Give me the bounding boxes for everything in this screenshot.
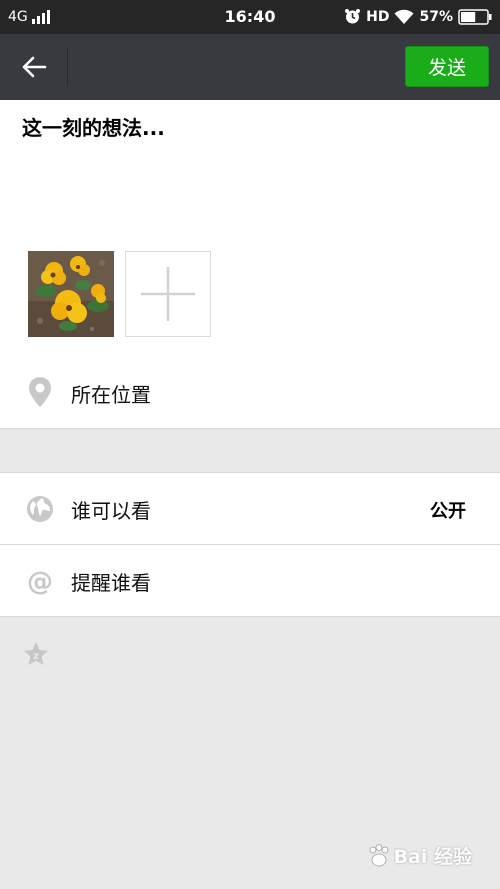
- svg-text:@: @: [27, 567, 53, 595]
- paw-logo-icon: [369, 843, 388, 866]
- svg-text:z: z: [33, 651, 39, 662]
- location-label: 所在位置: [71, 383, 151, 407]
- location-pin-icon: [26, 376, 54, 408]
- send-button[interactable]: 发送: [405, 46, 489, 87]
- toolbar-divider: [67, 48, 68, 86]
- flower-photo: [28, 251, 114, 337]
- status-bar: 4G 16:40 HD 57%: [0, 0, 500, 34]
- visibility-row[interactable]: 谁可以看 公开: [0, 473, 500, 544]
- watermark-text: Bai 经验: [393, 846, 472, 868]
- watermark: Bai 经验: [366, 842, 472, 869]
- visibility-label: 谁可以看: [71, 499, 151, 523]
- battery-icon: [458, 8, 492, 25]
- alarm-icon: [345, 9, 361, 24]
- row-divider: [0, 616, 500, 617]
- add-photo-button[interactable]: [125, 251, 211, 337]
- section-divider: [0, 428, 500, 429]
- location-row[interactable]: 所在位置: [0, 356, 500, 428]
- at-sign-icon: @: [26, 565, 54, 597]
- wifi-icon: [394, 9, 414, 24]
- plus-icon: [141, 267, 195, 321]
- post-text-input[interactable]: 这一刻的想法...: [22, 112, 482, 232]
- visibility-value: 公开: [430, 501, 466, 522]
- status-icons: HD 57%: [344, 8, 492, 25]
- top-toolbar: 发送: [0, 34, 500, 100]
- remind-row[interactable]: @ 提醒谁看: [0, 545, 500, 616]
- remind-label: 提醒谁看: [71, 571, 151, 595]
- photo-thumbnail[interactable]: [28, 251, 114, 337]
- hd-indicator: HD: [366, 8, 390, 25]
- back-button[interactable]: [12, 49, 56, 85]
- globe-icon: [26, 493, 54, 525]
- back-arrow-icon: [22, 56, 47, 78]
- star-icon[interactable]: z: [22, 640, 50, 668]
- battery-percent: 57%: [419, 8, 453, 25]
